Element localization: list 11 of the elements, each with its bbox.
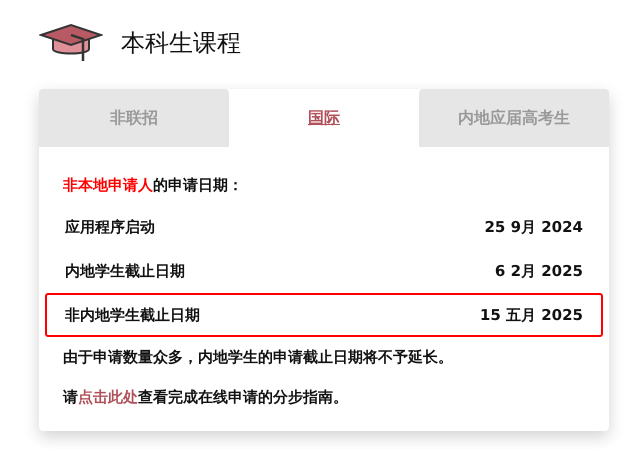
date-label: 应用程序启动: [65, 218, 155, 236]
date-value: 15 五月 2025: [480, 306, 583, 324]
click-here-link[interactable]: 点击此处: [78, 388, 138, 406]
page-title: 本科生课程: [121, 28, 241, 59]
notice-text: 由于申请数量众多，内地学生的申请截止日期将不予延长。: [63, 348, 453, 366]
date-label: 内地学生截止日期: [65, 262, 185, 280]
dates-heading: 非本地申请人的申请日期：: [62, 174, 244, 196]
date-label: 非内地学生截止日期: [65, 306, 200, 324]
guide-text: 请点击此处查看完成在线申请的分步指南。: [63, 388, 348, 406]
date-value: 25 9月 2024: [484, 218, 583, 236]
date-value: 6 2月 2025: [494, 262, 583, 280]
